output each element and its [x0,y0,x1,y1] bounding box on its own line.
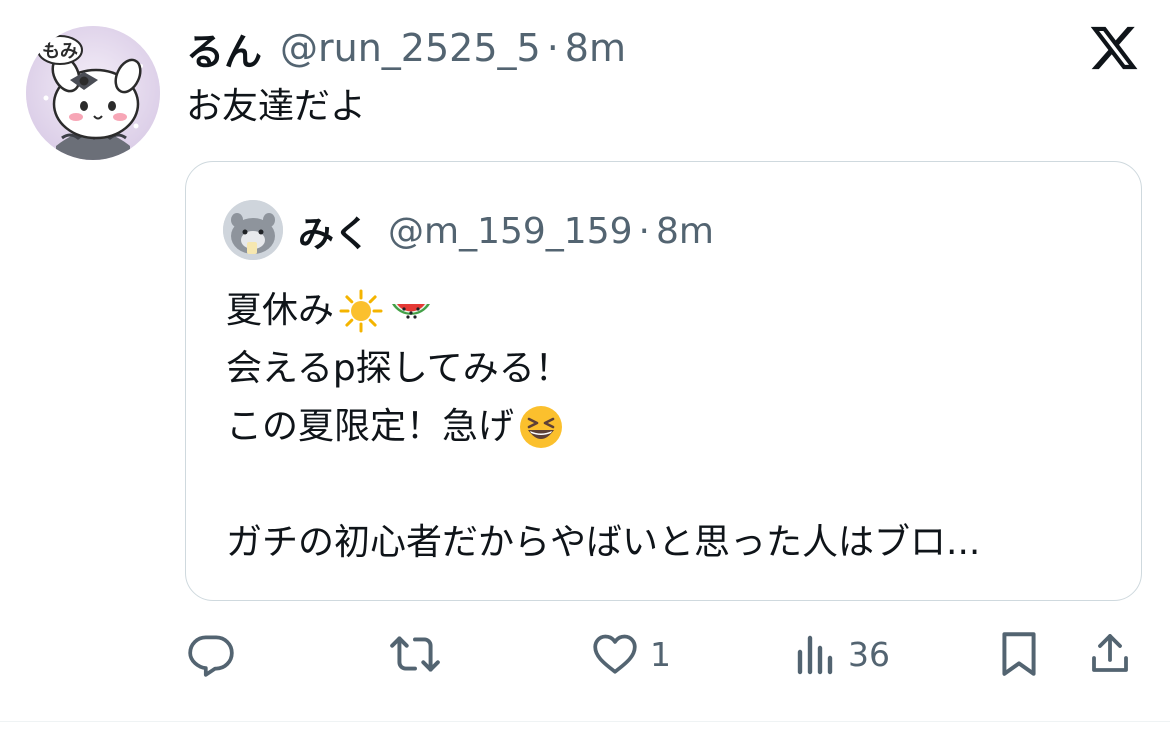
retweet-icon [390,636,440,672]
quoted-tweet-card[interactable]: みく @m_159_159 · 8m 夏休み 会えるp探してみる！ この夏限定！… [185,161,1142,601]
watermelon-emoji [388,288,434,334]
sun-emoji [338,288,384,334]
views-count: 36 [848,634,890,674]
views-icon [797,635,833,675]
meta-separator: · [546,26,559,70]
quoted-line-text: ガチの初心者だからやばいと思った人はブロ... [226,522,981,563]
bookmark-icon [1002,632,1036,676]
tweet-timestamp[interactable]: 8m [565,26,626,70]
bookmark-button[interactable] [996,626,1042,682]
quoted-tweet-line: この夏限定！急げ [226,398,1126,456]
quoted-author-handle[interactable]: @m_159_159 [388,211,633,252]
quoted-author-avatar[interactable] [223,200,283,260]
author-display-name[interactable]: るん [186,21,262,76]
quoted-line-text: この夏限定！急げ [226,406,515,447]
author-avatar[interactable]: もみ [26,26,160,160]
avatar-sticker-text: もみ [42,41,78,62]
quoted-line-text: 会えるp探してみる！ [226,348,571,389]
share-button[interactable] [1086,626,1134,682]
avatar-illustration: もみ [26,26,160,160]
meta-separator: · [638,210,650,252]
quoted-tweet-line: 会えるp探してみる！ [226,340,1126,398]
quoted-tweet-line: 夏休み [226,282,1126,340]
tweet-action-bar: 1 36 [186,626,1140,682]
x-logo-icon[interactable] [1088,22,1140,74]
share-icon [1092,634,1128,672]
tweet-header: るん @run_2525_5 · 8m [186,20,626,76]
tweet-text: お友達だよ [186,86,367,127]
quoted-avatar-illustration [223,200,283,260]
quoted-tweet-line [226,456,1126,514]
retweet-button[interactable] [388,626,442,682]
quoted-tweet-body: 夏休み 会えるp探してみる！ この夏限定！急げ ガチの初心者だからやばいと思った… [226,282,1126,572]
like-button[interactable]: 1 [590,626,671,682]
quoted-tweet-line: ガチの初心者だからやばいと思った人はブロ... [226,514,1126,572]
like-count: 1 [650,634,671,674]
views-button[interactable]: 36 [794,626,890,682]
quoted-tweet-header: みく @m_159_159 · 8m [298,206,714,256]
quoted-tweet-timestamp[interactable]: 8m [656,211,714,252]
reply-icon [188,635,234,677]
reply-button[interactable] [186,626,236,682]
grinning-squint-emoji [518,404,564,450]
quoted-author-display-name[interactable]: みく [298,205,370,257]
tweet-divider [0,721,1170,722]
quoted-line-text: 夏休み [226,290,335,331]
author-handle[interactable]: @run_2525_5 [280,26,541,70]
heart-icon [593,634,637,674]
